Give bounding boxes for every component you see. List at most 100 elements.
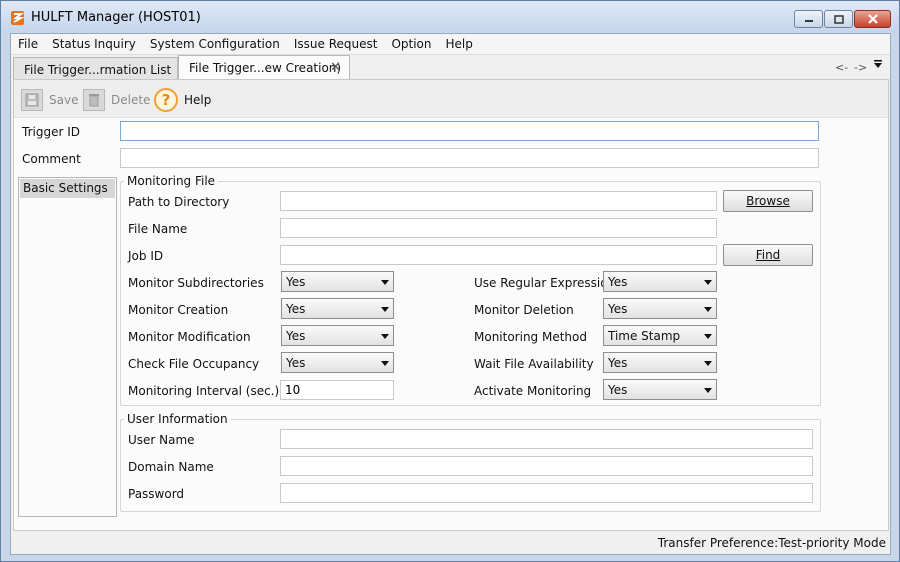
tab-file-trigger-list[interactable]: File Trigger...rmation List xyxy=(13,57,178,79)
browse-label: Browse xyxy=(746,194,790,208)
tab-close-icon[interactable]: ✕ xyxy=(330,60,341,75)
monitoring-method-label: Monitoring Method xyxy=(474,330,587,344)
delete-label: Delete xyxy=(111,93,151,107)
chevron-down-icon xyxy=(704,388,712,393)
path-to-directory-label: Path to Directory xyxy=(128,195,230,209)
monitoring-interval-input[interactable] xyxy=(280,380,394,400)
activate-monitoring-value: Yes xyxy=(608,383,628,397)
tab-back-button[interactable]: <- xyxy=(835,61,848,74)
save-icon xyxy=(21,89,43,111)
use-regular-expression-select[interactable]: Yes xyxy=(603,271,717,292)
editor-panel: Save Delete ? Help Trigger ID Comment Ba… xyxy=(13,79,889,531)
client-area: File Status Inquiry System Configuration… xyxy=(10,33,891,555)
tab-label: File Trigger...ew Creation) xyxy=(189,61,342,75)
help-button[interactable]: ? Help xyxy=(154,88,211,112)
maximize-icon xyxy=(833,14,844,24)
tab-file-trigger-new-creation[interactable]: File Trigger...ew Creation) ✕ xyxy=(178,55,350,79)
chevron-down-icon xyxy=(381,361,389,366)
monitor-deletion-label: Monitor Deletion xyxy=(474,303,574,317)
monitor-subdirectories-label: Monitor Subdirectories xyxy=(128,276,264,290)
menu-status-inquiry[interactable]: Status Inquiry xyxy=(45,37,143,51)
wait-file-availability-select[interactable]: Yes xyxy=(603,352,717,373)
tab-bar: File Trigger...rmation List File Trigger… xyxy=(11,55,890,79)
domain-name-input[interactable] xyxy=(280,456,813,476)
activate-monitoring-select[interactable]: Yes xyxy=(603,379,717,400)
use-regular-expression-value: Yes xyxy=(608,275,628,289)
close-icon xyxy=(867,14,878,24)
title-bar[interactable]: HULFT Manager (HOST01) xyxy=(1,1,899,33)
user-name-input[interactable] xyxy=(280,429,813,449)
path-to-directory-input[interactable] xyxy=(280,191,717,211)
settings-sidebar: Basic Settings xyxy=(18,177,117,517)
minimize-button[interactable] xyxy=(794,10,823,28)
monitor-creation-select[interactable]: Yes xyxy=(281,298,394,319)
save-button[interactable]: Save xyxy=(21,88,78,112)
monitor-creation-label: Monitor Creation xyxy=(128,303,229,317)
transfer-preference-status: Transfer Preference:Test-priority Mode xyxy=(657,536,886,550)
monitoring-method-value: Time Stamp xyxy=(608,329,681,343)
password-input[interactable] xyxy=(280,483,813,503)
wait-file-availability-value: Yes xyxy=(608,356,628,370)
chevron-down-icon xyxy=(704,361,712,366)
hulft-logo-icon xyxy=(11,11,25,25)
menu-help[interactable]: Help xyxy=(439,37,480,51)
maximize-button[interactable] xyxy=(824,10,853,28)
comment-input[interactable] xyxy=(120,148,819,168)
trigger-id-label: Trigger ID xyxy=(22,125,80,139)
chevron-down-icon xyxy=(381,307,389,312)
monitoring-file-legend: Monitoring File xyxy=(127,174,216,188)
delete-button[interactable]: Delete xyxy=(83,88,150,112)
chevron-down-icon xyxy=(704,334,712,339)
check-file-occupancy-label: Check File Occupancy xyxy=(128,357,260,371)
sidebar-item-basic-settings[interactable]: Basic Settings xyxy=(20,179,115,198)
chevron-down-icon xyxy=(704,307,712,312)
monitoring-interval-label: Monitoring Interval (sec.) xyxy=(128,384,280,398)
menu-issue-request[interactable]: Issue Request xyxy=(287,37,385,51)
toolbar: Save Delete ? Help xyxy=(14,80,888,118)
check-file-occupancy-value: Yes xyxy=(286,356,306,370)
trigger-id-input[interactable] xyxy=(120,121,819,141)
menu-file[interactable]: File xyxy=(11,37,45,51)
chevron-down-icon xyxy=(381,334,389,339)
domain-name-label: Domain Name xyxy=(128,460,214,474)
password-label: Password xyxy=(128,487,185,501)
job-id-input[interactable] xyxy=(280,245,717,265)
find-label: Find xyxy=(755,248,781,262)
monitor-modification-select[interactable]: Yes xyxy=(281,325,394,346)
chevron-down-icon xyxy=(381,280,389,285)
comment-label: Comment xyxy=(22,152,81,166)
monitor-deletion-value: Yes xyxy=(608,302,628,316)
user-name-label: User Name xyxy=(128,433,195,447)
help-label: Help xyxy=(184,93,212,107)
trash-icon xyxy=(83,89,105,111)
help-icon: ? xyxy=(154,88,178,112)
browse-button[interactable]: Browse xyxy=(723,190,813,212)
use-regular-expression-label: Use Regular Expression xyxy=(474,276,616,290)
wait-file-availability-label: Wait File Availability xyxy=(474,357,594,371)
activate-monitoring-label: Activate Monitoring xyxy=(474,384,592,398)
monitor-subdirectories-value: Yes xyxy=(286,275,306,289)
window-title: HULFT Manager (HOST01) xyxy=(31,10,201,25)
job-id-label: Job ID xyxy=(128,249,164,263)
menu-bar: File Status Inquiry System Configuration… xyxy=(11,34,890,55)
status-bar: Transfer Preference:Test-priority Mode xyxy=(11,532,890,554)
tab-list-menu-icon[interactable] xyxy=(873,59,883,72)
monitor-creation-value: Yes xyxy=(286,302,306,316)
chevron-down-icon xyxy=(704,280,712,285)
menu-system-configuration[interactable]: System Configuration xyxy=(143,37,287,51)
user-information-legend: User Information xyxy=(127,412,228,426)
monitoring-method-select[interactable]: Time Stamp xyxy=(603,325,717,346)
monitor-deletion-select[interactable]: Yes xyxy=(603,298,717,319)
tab-forward-button[interactable]: -> xyxy=(854,61,867,74)
close-button[interactable] xyxy=(854,10,891,28)
minimize-icon xyxy=(804,20,813,22)
check-file-occupancy-select[interactable]: Yes xyxy=(281,352,394,373)
app-window: HULFT Manager (HOST01) File Status Inqui… xyxy=(0,0,900,562)
tab-label: File Trigger...rmation List xyxy=(24,63,172,77)
monitor-subdirectories-select[interactable]: Yes xyxy=(281,271,394,292)
menu-option[interactable]: Option xyxy=(384,37,438,51)
save-label: Save xyxy=(49,93,79,107)
find-button[interactable]: Find xyxy=(723,244,813,266)
monitor-modification-value: Yes xyxy=(286,329,306,343)
file-name-input[interactable] xyxy=(280,218,717,238)
